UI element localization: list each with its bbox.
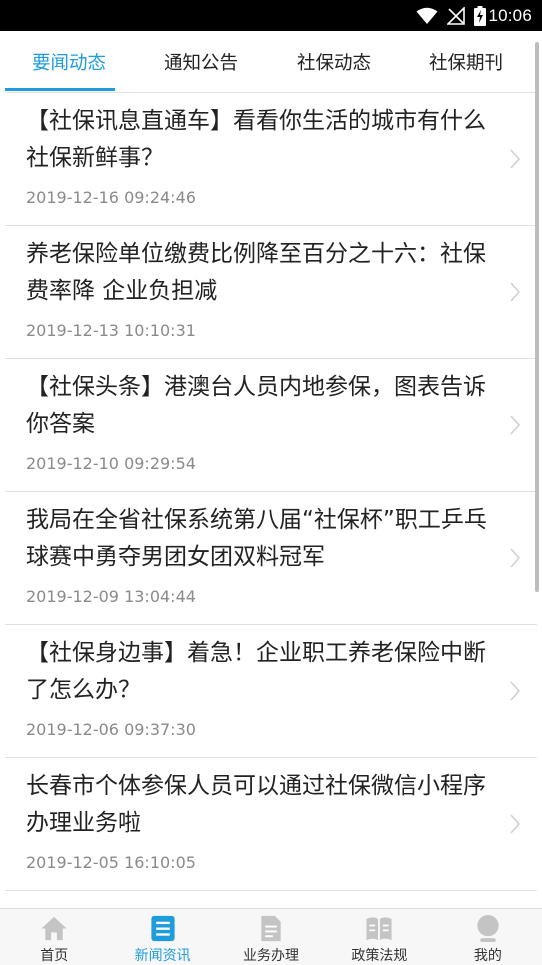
news-item-title: 长春市个体参保人员可以通过社保微信小程序办理业务啦 (26, 773, 486, 836)
document-icon (261, 915, 281, 942)
news-item[interactable]: 长春市个体参保人员可以通过社保微信小程序办理业务啦 2019-12-05 16:… (5, 758, 537, 891)
tab-journal[interactable]: 社保期刊 (429, 31, 503, 92)
tab-notices[interactable]: 通知公告 (164, 31, 238, 92)
nav-profile[interactable]: 我的 (434, 909, 542, 965)
chevron-right-icon (509, 680, 521, 706)
nav-news[interactable]: 新闻资讯 (108, 909, 216, 965)
news-item-date: 2019-12-06 09:37:30 (26, 720, 196, 739)
news-item-date: 2019-12-13 10:10:31 (26, 321, 196, 340)
news-item[interactable]: 【社保头条】港澳台人员内地参保，图表告诉你答案 2019-12-10 09:29… (5, 359, 537, 492)
chevron-right-icon (509, 148, 521, 174)
status-icons (416, 5, 487, 26)
news-item-date: 2019-12-09 13:04:44 (26, 587, 196, 606)
active-tab-indicator (5, 88, 115, 91)
nav-services[interactable]: 业务办理 (217, 909, 325, 965)
nav-home[interactable]: 首页 (0, 909, 108, 965)
news-item-title: 【社保讯息直通车】看看你生活的城市有什么社保新鲜事？ (26, 108, 486, 171)
news-item[interactable]: 【社保身边事】着急！企业职工养老保险中断了怎么办？ 2019-12-06 09:… (5, 625, 537, 758)
home-icon (41, 916, 67, 941)
nav-policies[interactable]: 政策法规 (325, 909, 433, 965)
chevron-right-icon (509, 813, 521, 839)
wifi-icon (416, 7, 438, 25)
user-icon (477, 914, 499, 943)
nav-label: 我的 (473, 948, 502, 964)
chevron-right-icon (509, 547, 521, 573)
tab-social-security-news[interactable]: 社保动态 (297, 31, 371, 92)
news-tab-bar: 要闻动态 通知公告 社保动态 社保期刊 (5, 31, 537, 93)
nav-label: 新闻资讯 (134, 948, 191, 964)
battery-charging-icon (474, 5, 487, 26)
tab-important-news[interactable]: 要闻动态 (32, 31, 106, 92)
news-item-title: 【社保头条】港澳台人员内地参保，图表告诉你答案 (26, 374, 486, 437)
nav-label: 政策法规 (351, 948, 408, 964)
news-item-date: 2019-12-05 16:10:05 (26, 853, 196, 872)
news-item-title: 养老保险单位缴费比例降至百分之十六：社保费率降 企业负担减 (26, 241, 486, 304)
news-item-date: 2019-12-16 09:24:46 (26, 188, 196, 207)
nav-label: 首页 (40, 948, 69, 964)
bottom-navigation: 首页 新闻资讯 业务办理 政策法规 我的 (0, 908, 542, 965)
status-bar: 10:06 (0, 0, 542, 31)
news-icon (151, 915, 175, 942)
book-icon (366, 917, 392, 941)
news-item[interactable]: 【社保讯息直通车】看看你生活的城市有什么社保新鲜事？ 2019-12-16 09… (5, 93, 537, 226)
news-item-title: 【社保身边事】着急！企业职工养老保险中断了怎么办？ (26, 640, 486, 703)
news-list: 【社保讯息直通车】看看你生活的城市有什么社保新鲜事？ 2019-12-16 09… (5, 93, 537, 908)
chevron-right-icon (509, 414, 521, 440)
nav-label: 业务办理 (243, 948, 300, 964)
scrollbar[interactable] (535, 42, 539, 592)
chevron-right-icon (509, 281, 521, 307)
news-item-date: 2019-12-10 09:29:54 (26, 454, 196, 473)
news-item[interactable]: 养老保险单位缴费比例降至百分之十六：社保费率降 企业负担减 2019-12-13… (5, 226, 537, 359)
news-item-title: 我局在全省社保系统第八届“社保杯”职工乒乓球赛中勇夺男团女团双料冠军 (26, 507, 487, 570)
news-item[interactable]: 我局在全省社保系统第八届“社保杯”职工乒乓球赛中勇夺男团女团双料冠军 2019-… (5, 492, 537, 625)
status-time: 10:06 (488, 5, 532, 25)
no-signal-icon (447, 6, 466, 25)
